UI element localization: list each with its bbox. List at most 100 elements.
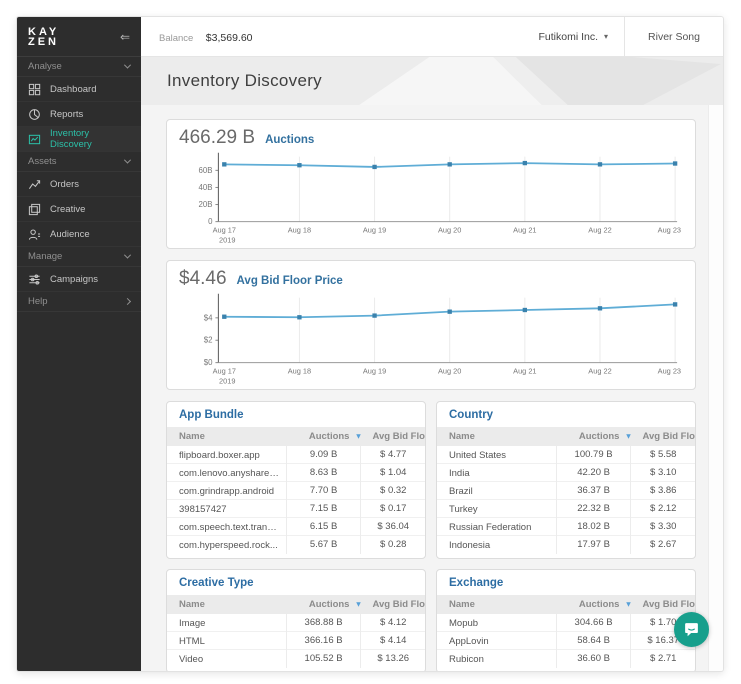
sidebar-item-label: Dashboard bbox=[50, 83, 97, 95]
sort-caret-icon[interactable]: ▾ bbox=[626, 600, 630, 609]
table-title: App Bundle bbox=[179, 409, 244, 421]
cell-avg-bid: $ 2.67 bbox=[630, 536, 695, 554]
balance-value: $3,569.60 bbox=[205, 31, 253, 44]
svg-text:20B: 20B bbox=[198, 200, 212, 209]
page-header: Inventory Discovery bbox=[141, 57, 723, 105]
sort-caret-icon[interactable]: ▾ bbox=[356, 600, 360, 609]
column-header-name[interactable]: Name bbox=[167, 431, 286, 442]
table-row[interactable]: Image 368.88 B $ 4.12 bbox=[167, 614, 425, 632]
reports-icon bbox=[28, 108, 41, 121]
scrollbar[interactable] bbox=[708, 105, 723, 671]
cell-name: com.speech.text.trans... bbox=[179, 521, 280, 533]
sidebar-item-label: Reports bbox=[50, 108, 84, 120]
table-row[interactable]: India 42.20 B $ 3.10 bbox=[437, 464, 695, 482]
sort-caret-icon[interactable]: ▾ bbox=[356, 432, 360, 441]
cell-avg-bid: $ 4.77 bbox=[360, 446, 425, 464]
cell-auctions: 17.97 B bbox=[555, 536, 631, 554]
cell-auctions: 9.09 B bbox=[285, 446, 361, 464]
main-area: Balance $3,569.60 Futikomi Inc. ▾ River … bbox=[141, 17, 723, 671]
cell-name: com.grindrapp.android bbox=[179, 485, 275, 497]
table-card-creative-type: Creative Type Name Auctions ▾Avg Bid Flo...… bbox=[166, 569, 426, 671]
cell-auctions: 18.02 B bbox=[555, 518, 631, 536]
chevron-down-icon bbox=[123, 61, 132, 69]
svg-text:Aug 18: Aug 18 bbox=[288, 225, 311, 234]
column-header-avg-bid[interactable]: Avg Bid Flo... bbox=[630, 431, 695, 442]
breakdown-tables-grid: App BundleNameAuctions▾Avg Bid Flo...fli… bbox=[166, 401, 696, 671]
table-row[interactable]: Indonesia 17.97 B $ 2.67 bbox=[437, 536, 695, 554]
cell-auctions: 5.67 B bbox=[285, 536, 361, 554]
sidebar-item-reports[interactable]: Reports bbox=[17, 102, 141, 127]
auctions-chart-card: 466.29 B Auctions 0 20B 40B 60B Aug 17 2019 Au… bbox=[166, 119, 696, 249]
table-row[interactable]: com.grindrapp.android 7.70 B $ 0.32 bbox=[167, 482, 425, 500]
chat-button[interactable] bbox=[674, 612, 709, 647]
column-header-auctions[interactable]: Auctions ▾ bbox=[286, 599, 361, 610]
table-row[interactable]: Russian Federation 18.02 B $ 3.30 bbox=[437, 518, 695, 536]
cell-avg-bid: $ 3.10 bbox=[630, 464, 695, 482]
column-header-auctions[interactable]: Auctions ▾ bbox=[286, 431, 361, 442]
sidebar-nav: Analyse Dashboard Reports Inventory Discove… bbox=[17, 57, 141, 312]
sidebar-item-inventory-discovery[interactable]: Inventory Discovery bbox=[17, 127, 141, 152]
table-row[interactable]: flipboard.boxer.app 9.09 B $ 4.77 bbox=[167, 446, 425, 464]
cell-name: United States bbox=[449, 449, 507, 461]
column-header-auctions-label: Auctions bbox=[578, 431, 620, 442]
svg-text:Aug 23: Aug 23 bbox=[658, 366, 681, 375]
svg-text:Aug 19: Aug 19 bbox=[363, 225, 386, 234]
sidebar-item-label: Orders bbox=[50, 178, 80, 190]
table-row[interactable]: Turkey 22.32 B $ 2.12 bbox=[437, 500, 695, 518]
chevron-down-icon bbox=[123, 156, 132, 164]
table-row[interactable]: com.hyperspeed.rock... 5.67 B $ 0.28 bbox=[167, 536, 425, 554]
cell-auctions: 366.16 B bbox=[285, 632, 361, 650]
kayzen-logo: KAY ZEN bbox=[28, 26, 59, 47]
table-row[interactable]: Video 105.52 B $ 13.26 bbox=[167, 650, 425, 668]
column-header-name[interactable]: Name bbox=[167, 599, 286, 610]
sort-caret-icon[interactable]: ▾ bbox=[626, 432, 630, 441]
sidebar-item-audience[interactable]: Audience bbox=[17, 222, 141, 247]
cell-name: Turkey bbox=[449, 503, 478, 515]
column-header-auctions[interactable]: Auctions ▾ bbox=[556, 431, 631, 442]
cell-auctions: 105.52 B bbox=[285, 650, 361, 668]
column-header-name[interactable]: Name bbox=[437, 599, 556, 610]
column-header-avg-bid[interactable]: Avg Bid Flo... bbox=[360, 599, 425, 610]
table-card-app-bundle: App Bundle Name Auctions ▾Avg Bid Flo... fli… bbox=[166, 401, 426, 559]
dashboard-icon bbox=[28, 83, 41, 96]
sidebar-section-manage[interactable]: Manage bbox=[17, 247, 141, 267]
sidebar-item-dashboard[interactable]: Dashboard bbox=[17, 77, 141, 102]
table-row[interactable]: com.speech.text.trans... 6.15 B $ 36.04 bbox=[167, 518, 425, 536]
table-row[interactable]: 398157427 7.15 B $ 0.17 bbox=[167, 500, 425, 518]
sidebar-section-label: Manage bbox=[28, 251, 63, 262]
sidebar-item-campaigns[interactable]: Campaigns bbox=[17, 267, 141, 292]
sidebar-section-assets[interactable]: Assets bbox=[17, 152, 141, 172]
svg-text:Aug 22: Aug 22 bbox=[588, 225, 611, 234]
svg-text:Aug 20: Aug 20 bbox=[438, 225, 461, 234]
sidebar-item-orders[interactable]: Orders bbox=[17, 172, 141, 197]
auctions-line-chart[interactable]: 0 20B 40B 60B Aug 17 2019 Aug 18 Aug 19 Aug 20 Au… bbox=[179, 150, 683, 248]
table-row[interactable]: Brazil 36.37 B $ 3.86 bbox=[437, 482, 695, 500]
sidebar-section-label: Help bbox=[28, 296, 48, 307]
table-row[interactable]: Rubicon 36.60 B $ 2.71 bbox=[437, 650, 695, 668]
screenshot-canvas: KAY ZEN ⇐ Analyse Dashboard Reports Invento… bbox=[0, 0, 741, 684]
sidebar-item-creative[interactable]: Creative bbox=[17, 197, 141, 222]
column-header-avg-bid[interactable]: Avg Bid Flo... bbox=[630, 599, 695, 610]
cell-auctions: 368.88 B bbox=[285, 614, 361, 632]
account-selector[interactable]: Futikomi Inc. ▾ bbox=[523, 17, 625, 56]
sidebar-section-analyse[interactable]: Analyse bbox=[17, 57, 141, 77]
user-menu[interactable]: River Song bbox=[625, 17, 723, 56]
cell-name: India bbox=[449, 467, 470, 479]
column-header-name[interactable]: Name bbox=[437, 431, 556, 442]
table-row[interactable]: United States 100.79 B $ 5.58 bbox=[437, 446, 695, 464]
table-row[interactable]: com.lenovo.anyshare.... 8.63 B $ 1.04 bbox=[167, 464, 425, 482]
sidebar-section-help[interactable]: Help bbox=[17, 292, 141, 312]
column-header-auctions[interactable]: Auctions ▾ bbox=[556, 599, 631, 610]
column-header-avg-bid[interactable]: Avg Bid Flo... bbox=[360, 431, 425, 442]
cell-auctions: 6.15 B bbox=[285, 518, 361, 536]
topbar-right: Futikomi Inc. ▾ River Song bbox=[523, 17, 723, 56]
chat-icon bbox=[685, 623, 698, 637]
bid-floor-line-chart[interactable]: $0 $2 $4 Aug 17 2019 Aug 18 Aug 19 Aug 20 Aug 21… bbox=[179, 291, 683, 389]
svg-text:$4: $4 bbox=[204, 313, 213, 322]
auctions-chart-title: Auctions bbox=[265, 134, 315, 146]
table-row[interactable]: Mopub 304.66 B $ 1.70 bbox=[437, 614, 695, 632]
table-row[interactable]: AppLovin 58.64 B $ 16.37 bbox=[437, 632, 695, 650]
sidebar-collapse-icon[interactable]: ⇐ bbox=[120, 30, 130, 44]
account-name: Futikomi Inc. bbox=[538, 30, 599, 43]
table-row[interactable]: HTML 366.16 B $ 4.14 bbox=[167, 632, 425, 650]
